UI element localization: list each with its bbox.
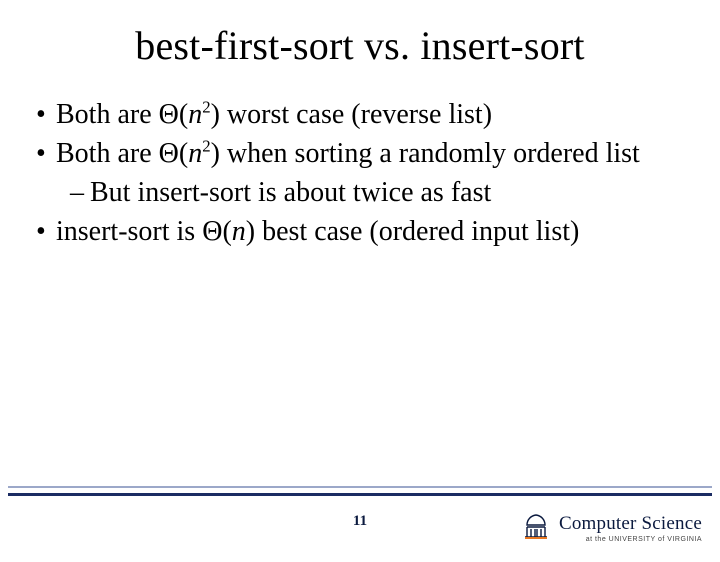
slide-body: Both are Θ(n2) worst case (reverse list)… xyxy=(0,97,720,251)
sub-bullet-item: But insert-sort is about twice as fast xyxy=(36,175,682,212)
bullet-item: Both are Θ(n2) when sorting a randomly o… xyxy=(36,136,682,173)
exponent: 2 xyxy=(202,98,210,117)
footer-logo: Computer Science at the UNIVERSITY of VI… xyxy=(521,511,702,546)
variable: n xyxy=(188,138,202,169)
text: insert-sort is xyxy=(56,216,202,247)
slide-title: best-first-sort vs. insert-sort xyxy=(0,22,720,69)
divider-bottom xyxy=(8,493,712,496)
text: ) best case (ordered input list) xyxy=(246,216,580,247)
brand-main: Computer Science xyxy=(559,514,702,533)
text: Θ( xyxy=(202,216,232,247)
exponent: 2 xyxy=(202,137,210,156)
bullet-item: insert-sort is Θ(n) best case (ordered i… xyxy=(36,214,682,251)
text: ) when sorting a randomly ordered list xyxy=(211,138,640,169)
text: Both are xyxy=(56,99,159,130)
variable: n xyxy=(232,216,246,247)
bullet-item: Both are Θ(n2) worst case (reverse list) xyxy=(36,97,682,134)
text: But insert-sort is about twice as fast xyxy=(90,177,491,208)
text: Both are xyxy=(56,138,159,169)
text: ) worst case (reverse list) xyxy=(211,99,492,130)
divider-top xyxy=(8,486,712,488)
uva-rotunda-icon xyxy=(521,511,551,546)
text: Θ( xyxy=(159,99,189,130)
text: Θ( xyxy=(159,138,189,169)
slide: best-first-sort vs. insert-sort Both are… xyxy=(0,22,720,562)
footer-logo-text: Computer Science at the UNIVERSITY of VI… xyxy=(559,514,702,543)
variable: n xyxy=(188,99,202,130)
